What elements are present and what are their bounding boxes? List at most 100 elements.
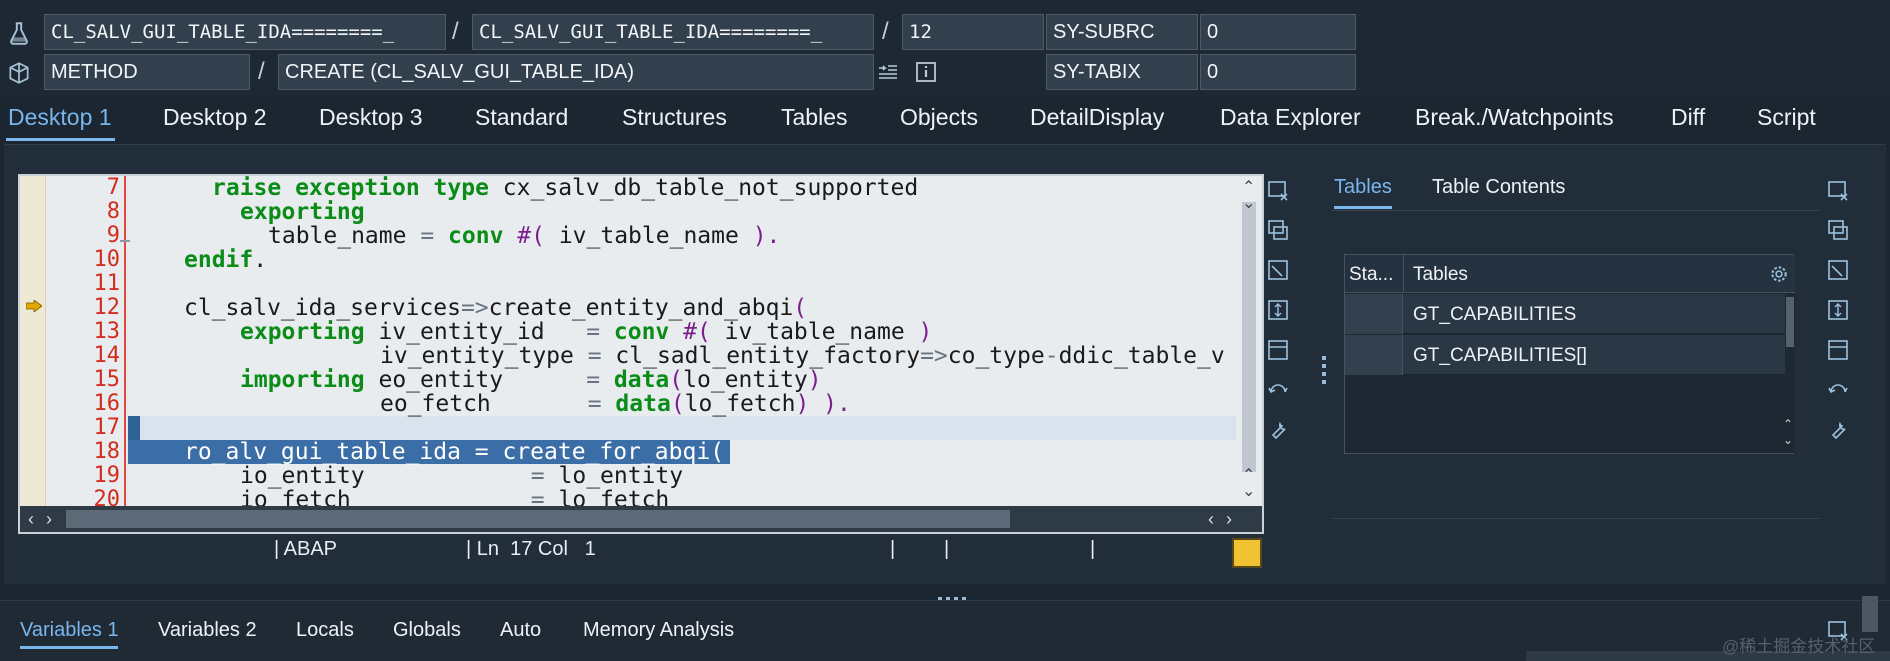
- program-field[interactable]: CL_SALV_GUI_TABLE_IDA========_: [44, 14, 446, 50]
- sy-subrc-value[interactable]: 0: [1200, 14, 1356, 50]
- grid-scrollbar[interactable]: ⌃ ⌄: [1783, 293, 1795, 453]
- row-selector[interactable]: [1345, 335, 1403, 375]
- tab-standard[interactable]: Standard: [475, 104, 568, 131]
- tab-locals[interactable]: Locals: [296, 619, 354, 642]
- split-vertical-icon[interactable]: [1266, 298, 1290, 322]
- tab-desktop-3[interactable]: Desktop 3: [319, 104, 423, 131]
- event-type-field[interactable]: METHOD: [44, 54, 250, 90]
- fullscreen-tool-icon[interactable]: [1266, 258, 1290, 282]
- line-number: 9: [106, 223, 120, 248]
- editor-horizontal-scrollbar[interactable]: ‹ › ‹ ›: [20, 506, 1262, 532]
- sy-tabix-value[interactable]: 0: [1200, 54, 1356, 90]
- status-separator: |: [1090, 538, 1096, 560]
- scroll-thumb[interactable]: [1786, 297, 1794, 347]
- tab-tables[interactable]: Tables: [781, 104, 847, 131]
- tab-breakpoints[interactable]: Break./Watchpoints: [1415, 104, 1614, 131]
- chevron-up-icon[interactable]: ⌃: [1783, 417, 1793, 431]
- tab-desktop-2[interactable]: Desktop 2: [163, 104, 267, 131]
- line-number: 19: [93, 463, 121, 488]
- chevron-down-icon[interactable]: ⌄: [1242, 196, 1255, 212]
- chevron-right-icon[interactable]: ›: [1226, 509, 1232, 530]
- close-tool-icon[interactable]: [1826, 178, 1850, 202]
- gear-icon[interactable]: [1769, 264, 1789, 284]
- chevron-left-icon[interactable]: ‹: [1208, 509, 1214, 530]
- current-statement-arrow-icon: [26, 300, 42, 312]
- cursor-line-highlight: [128, 416, 1236, 440]
- code-line: importing eo_entity = data(lo_entity): [240, 367, 822, 393]
- event-field[interactable]: CREATE (CL_SALV_GUI_TABLE_IDA): [278, 54, 874, 90]
- undo-icon[interactable]: [1826, 378, 1850, 402]
- line-number: 18: [93, 439, 121, 464]
- tab-variables-2[interactable]: Variables 2: [158, 619, 257, 642]
- chevron-left-icon[interactable]: ‹: [28, 509, 34, 530]
- code-line: eo_fetch = data(lo_fetch) ).: [380, 391, 851, 417]
- chevron-up-icon[interactable]: ⌃: [1242, 468, 1255, 484]
- chevron-up-icon[interactable]: ⌃: [1242, 180, 1255, 196]
- info-icon[interactable]: [914, 60, 938, 84]
- row-selector[interactable]: [1345, 294, 1403, 334]
- wrench-icon[interactable]: [1826, 418, 1850, 442]
- fullscreen-tool-icon[interactable]: [1826, 258, 1850, 282]
- tab-memory-analysis[interactable]: Memory Analysis: [583, 619, 734, 642]
- line-number: 16: [93, 391, 121, 416]
- include-field[interactable]: CL_SALV_GUI_TABLE_IDA========_: [472, 14, 874, 50]
- tab-objects[interactable]: Objects: [900, 104, 978, 131]
- scroll-thumb[interactable]: [1242, 202, 1256, 472]
- notepad-icon[interactable]: [1232, 538, 1262, 568]
- language-indicator: | ABAP: [274, 538, 338, 560]
- breakpoint-gutter[interactable]: [20, 176, 46, 506]
- table-row[interactable]: GT_CAPABILITIES[]: [1345, 335, 1785, 375]
- undo-icon[interactable]: [1266, 378, 1290, 402]
- separator-slash: /: [452, 18, 459, 45]
- column-header-tables[interactable]: Tables: [1413, 264, 1468, 286]
- split-horizontal-icon[interactable]: [1826, 338, 1850, 362]
- line-number: 14: [93, 343, 121, 368]
- chevron-right-icon[interactable]: ›: [46, 509, 52, 530]
- tab-variables-1[interactable]: Variables 1: [20, 619, 119, 642]
- panel-divider: [1332, 518, 1820, 519]
- code-line: cl_salv_ida_services=>create_entity_and_…: [184, 295, 808, 321]
- editor-status-bar: | ABAP | Ln 17 Col 1 | | |: [18, 536, 1264, 564]
- tab-auto[interactable]: Auto: [500, 619, 541, 642]
- horizontal-splitter[interactable]: [938, 588, 974, 601]
- status-separator: |: [890, 538, 896, 560]
- chevron-down-icon[interactable]: ⌄: [1783, 433, 1793, 447]
- split-horizontal-icon[interactable]: [1266, 338, 1290, 362]
- line-number: 10: [93, 247, 121, 272]
- swap-tool-icon[interactable]: [1266, 218, 1290, 242]
- status-separator: |: [944, 538, 950, 560]
- column-header-status[interactable]: Sta...: [1349, 264, 1393, 286]
- tab-globals[interactable]: Globals: [393, 619, 461, 642]
- active-tab-indicator: [20, 646, 118, 649]
- tab-script[interactable]: Script: [1757, 104, 1816, 131]
- close-tool-icon[interactable]: [1266, 178, 1290, 202]
- watermark: @稀土掘金技术社区: [1722, 637, 1876, 656]
- tables-panel: Tables Table Contents Sta... Tables GT_C…: [1326, 172, 1826, 572]
- scroll-thumb[interactable]: [66, 510, 1010, 528]
- tab-diff[interactable]: Diff: [1671, 104, 1705, 131]
- panel-divider: [1332, 210, 1820, 211]
- wrench-icon[interactable]: [1266, 418, 1290, 442]
- code-line: raise exception type cx_salv_db_table_no…: [212, 176, 919, 201]
- tab-desktop-1[interactable]: Desktop 1: [8, 104, 112, 131]
- swap-tool-icon[interactable]: [1826, 218, 1850, 242]
- source-code-editor[interactable]: 7 8 9 10 11 12 13 14 15 16 17 18 19 20 r…: [18, 174, 1264, 534]
- tab-table-contents[interactable]: Table Contents: [1432, 176, 1565, 199]
- tables-grid[interactable]: Sta... Tables GT_CAPABILITIES GT_CAPABIL…: [1344, 254, 1795, 454]
- tab-tables-list[interactable]: Tables: [1334, 176, 1392, 199]
- tab-detaildisplay[interactable]: DetailDisplay: [1030, 104, 1164, 131]
- indent-icon[interactable]: [876, 60, 900, 84]
- line-field[interactable]: 12: [902, 14, 1044, 50]
- flask-icon: [10, 22, 28, 45]
- split-vertical-icon[interactable]: [1826, 298, 1850, 322]
- tab-structures[interactable]: Structures: [622, 104, 727, 131]
- tab-data-explorer[interactable]: Data Explorer: [1220, 104, 1361, 131]
- text-cursor: [128, 416, 140, 440]
- editor-vertical-scrollbar[interactable]: ⌃ ⌄ ⌃ ⌄: [1236, 176, 1262, 506]
- table-row[interactable]: GT_CAPABILITIES: [1345, 294, 1785, 334]
- scroll-thumb[interactable]: [1862, 596, 1878, 632]
- code-text-area[interactable]: raise exception type cx_salv_db_table_no…: [128, 176, 1236, 506]
- chevron-down-icon[interactable]: ⌄: [1242, 484, 1255, 500]
- separator-slash: /: [882, 18, 889, 45]
- column-divider: [1403, 255, 1404, 293]
